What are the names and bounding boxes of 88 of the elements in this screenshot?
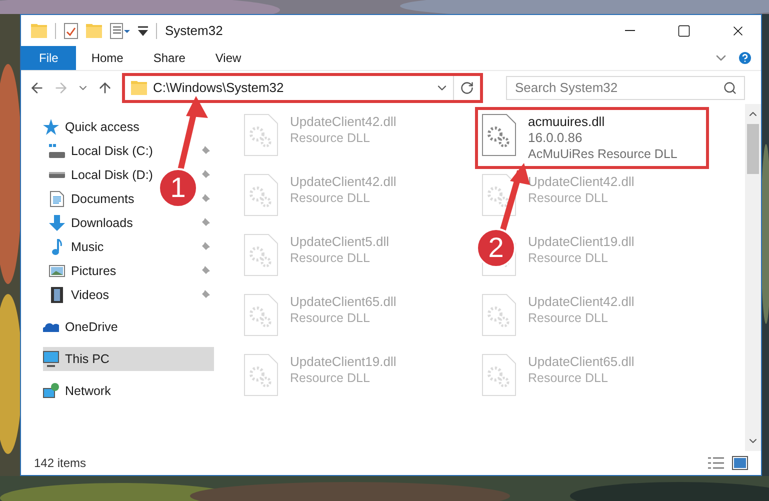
- nav-label: Network: [65, 382, 111, 400]
- back-icon[interactable]: [29, 80, 45, 96]
- nav-item[interactable]: Network: [43, 382, 111, 400]
- nav-label: This PC: [65, 350, 110, 368]
- nav-label: Documents: [71, 190, 134, 208]
- address-path: C:\Windows\System32: [153, 78, 285, 97]
- onedrive-cloud-icon: [43, 322, 59, 332]
- ribbon-tab[interactable]: File: [21, 46, 76, 70]
- pin-icon[interactable]: [200, 218, 210, 228]
- dropdown-caret-icon[interactable]: [138, 26, 148, 36]
- nav-label: OneDrive: [65, 318, 118, 336]
- thumbnail-view-icon[interactable]: [732, 456, 748, 470]
- nav-label: Quick access: [65, 118, 140, 136]
- star-icon: [43, 119, 59, 135]
- window-title: System32: [165, 22, 224, 40]
- nav-label: Music: [71, 238, 104, 256]
- nav-item[interactable]: Videos: [49, 286, 109, 304]
- forward-icon[interactable]: [53, 80, 69, 96]
- document-icon: [50, 191, 64, 207]
- up-icon[interactable]: [97, 80, 113, 96]
- ribbon-tab[interactable]: Home: [76, 46, 138, 70]
- properties-icon[interactable]: [110, 22, 130, 38]
- details-view-icon[interactable]: [708, 457, 724, 469]
- new-folder-icon: [86, 24, 102, 38]
- nav-label: Local Disk (D:): [71, 166, 153, 184]
- gear-file-icon: [482, 354, 516, 396]
- refresh-icon[interactable]: [460, 80, 474, 94]
- nav-label: Videos: [71, 286, 109, 304]
- maximize-icon: [677, 24, 691, 38]
- search-field[interactable]: Search System32: [506, 76, 745, 100]
- landscape-image-icon: [49, 265, 65, 277]
- file-type: AcMuUiRes Resource DLL: [528, 146, 678, 162]
- minimize-icon: [625, 30, 635, 31]
- checklist-icon[interactable]: [64, 22, 78, 38]
- gear-file-icon: [244, 174, 278, 216]
- gear-file-icon: [244, 234, 278, 276]
- pin-icon[interactable]: [200, 290, 210, 300]
- nav-item[interactable]: Local Disk (D:): [49, 166, 153, 184]
- pin-icon[interactable]: [200, 266, 210, 276]
- address-bar[interactable]: C:\Windows\System32: [125, 76, 480, 100]
- file-type: Resource DLL: [290, 190, 371, 206]
- nav-item[interactable]: Downloads: [49, 214, 133, 232]
- file-version: 16.0.0.86: [528, 130, 584, 146]
- ribbon-tab[interactable]: Share: [138, 46, 200, 70]
- file-name[interactable]: acmuuires.dll: [528, 114, 678, 130]
- nav-item[interactable]: OneDrive: [43, 318, 118, 336]
- ribbon-tab[interactable]: View: [200, 46, 256, 70]
- monitor-icon: [43, 351, 59, 367]
- nav-label: Downloads: [71, 214, 133, 232]
- scrollbar[interactable]: [745, 104, 761, 451]
- music-note-icon: [52, 239, 62, 255]
- nav-label: Pictures: [71, 262, 116, 280]
- file-type: Resource DLL: [290, 370, 371, 386]
- file-type: Resource DLL: [528, 190, 609, 206]
- scroll-thumb[interactable]: [747, 124, 759, 174]
- nav-item[interactable]: Documents: [49, 190, 134, 208]
- search-icon: [723, 80, 737, 94]
- nav-item[interactable]: Music: [49, 238, 104, 256]
- drive-icon: [49, 172, 65, 178]
- file-type: Resource DLL: [290, 310, 371, 326]
- pin-icon[interactable]: [200, 242, 210, 252]
- gear-file-icon: [244, 294, 278, 336]
- file-type: Resource DLL: [528, 370, 609, 386]
- nav-item[interactable]: This PC: [43, 350, 110, 368]
- file-type: Resource DLL: [290, 250, 371, 266]
- nav-label: Local Disk (C:): [71, 142, 153, 160]
- help-icon[interactable]: [737, 50, 753, 66]
- item-count: 142 items: [34, 455, 88, 472]
- file-type: Resource DLL: [528, 310, 609, 326]
- gear-file-icon: [482, 174, 516, 216]
- file-type: Resource DLL: [290, 130, 371, 146]
- network-icon: [43, 383, 59, 399]
- pin-icon[interactable]: [200, 194, 210, 204]
- folder-icon: [31, 24, 47, 38]
- film-icon: [51, 287, 63, 303]
- file-type: Resource DLL: [528, 250, 609, 266]
- gear-file-icon: [244, 114, 278, 156]
- pin-icon[interactable]: [200, 146, 210, 156]
- nav-item[interactable]: Local Disk (C:): [49, 142, 153, 160]
- gear-file-icon: [482, 114, 516, 156]
- gear-file-icon: [244, 354, 278, 396]
- folder-icon: [131, 80, 147, 94]
- download-arrow-icon: [49, 215, 65, 231]
- nav-item[interactable]: Pictures: [49, 262, 116, 280]
- drive-icon: [49, 144, 65, 158]
- gear-file-icon: [482, 294, 516, 336]
- nav-item[interactable]: Quick access: [43, 118, 140, 136]
- pin-icon[interactable]: [200, 170, 210, 180]
